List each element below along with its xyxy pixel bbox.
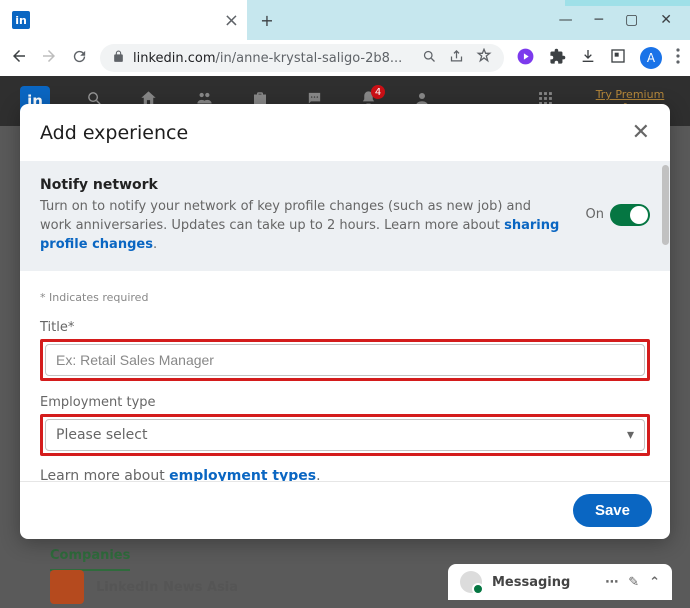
ellipsis-icon[interactable]: ⋯ <box>605 575 618 590</box>
extensions-puzzle-icon[interactable] <box>549 48 566 69</box>
background-content: Companies LinkedIn News Asia Messaging ⋯… <box>0 528 690 608</box>
employment-type-select[interactable]: Please select ▾ <box>45 419 645 451</box>
modal-scrollbar[interactable] <box>660 161 670 421</box>
messaging-label: Messaging <box>492 575 570 590</box>
title-label: Title* <box>40 320 650 335</box>
address-bar[interactable]: linkedin.com/in/anne-krystal-saligo-2b8.… <box>100 44 504 72</box>
notify-toggle[interactable] <box>610 204 650 226</box>
reload-icon[interactable] <box>70 48 88 69</box>
chevron-down-icon: ▾ <box>627 427 634 443</box>
news-logo-icon <box>50 570 84 604</box>
window-titlebar: in × + — ─ ▢ ✕ <box>0 0 690 40</box>
window-close-icon[interactable]: ✕ <box>660 12 672 28</box>
linkedin-favicon: in <box>12 11 30 29</box>
extra-dash-icon: — <box>559 12 573 28</box>
forward-icon <box>40 47 58 69</box>
notify-body: Turn on to notify your network of key pr… <box>40 199 559 252</box>
url-text: linkedin.com/in/anne-krystal-saligo-2b8.… <box>133 51 402 66</box>
compose-icon[interactable]: ✎ <box>628 575 639 590</box>
title-input[interactable] <box>45 344 645 376</box>
notify-heading: Notify network <box>40 175 566 195</box>
notif-badge: 4 <box>371 85 385 99</box>
minimize-icon[interactable]: ─ <box>595 12 603 28</box>
scrollbar-thumb[interactable] <box>662 165 669 245</box>
browser-toolbar: linkedin.com/in/anne-krystal-saligo-2b8.… <box>0 40 690 76</box>
save-button[interactable]: Save <box>573 494 652 527</box>
profile-avatar-icon[interactable]: A <box>640 47 662 69</box>
new-tab-button[interactable]: + <box>247 11 287 30</box>
lock-icon <box>112 50 125 67</box>
employment-type-highlight: Please select ▾ <box>40 414 650 456</box>
kebab-menu-icon[interactable] <box>676 48 680 68</box>
downloads-icon[interactable] <box>580 48 596 68</box>
share-icon[interactable] <box>449 49 464 68</box>
news-title: LinkedIn News Asia <box>96 580 238 595</box>
learn-more-text: Learn more about employment types. <box>40 468 650 481</box>
messaging-avatar-icon <box>460 571 482 593</box>
maximize-icon[interactable]: ▢ <box>625 12 638 28</box>
tab-view-icon[interactable] <box>610 48 626 68</box>
toggle-label: On <box>586 207 604 222</box>
chevron-up-icon[interactable]: ⌃ <box>649 575 660 590</box>
employment-types-link[interactable]: employment types <box>169 468 316 481</box>
companies-tab[interactable]: Companies <box>50 548 130 571</box>
modal-title: Add experience <box>40 122 188 144</box>
employment-type-label: Employment type <box>40 395 650 410</box>
messaging-bar[interactable]: Messaging ⋯ ✎ ⌃ <box>448 564 672 600</box>
employment-type-placeholder: Please select <box>56 427 147 443</box>
required-note: * Indicates required <box>40 291 650 304</box>
notify-network-box: Notify network Turn on to notify your ne… <box>20 161 670 271</box>
bookmark-star-icon[interactable] <box>476 48 492 68</box>
title-highlight <box>40 339 650 381</box>
close-icon[interactable]: ✕ <box>632 120 650 145</box>
zoom-icon[interactable] <box>422 49 437 68</box>
back-icon[interactable] <box>10 47 28 69</box>
news-row[interactable]: LinkedIn News Asia <box>50 570 238 604</box>
extension-play-icon[interactable] <box>516 47 535 70</box>
tab-close-icon[interactable]: × <box>224 10 239 31</box>
add-experience-modal: Add experience ✕ Notify network Turn on … <box>20 104 670 539</box>
browser-tab[interactable]: in × <box>0 0 247 40</box>
